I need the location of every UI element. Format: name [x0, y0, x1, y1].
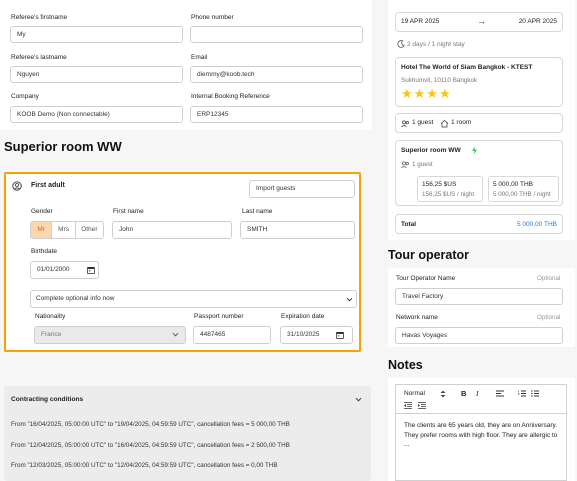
company-label: Company: [11, 93, 39, 100]
stay-length: 2 days / 1 night stay: [407, 41, 465, 48]
company-input[interactable]: KOOB Demo (Non connectable): [10, 106, 183, 123]
import-guests-select[interactable]: Import guests: [249, 180, 355, 198]
optional-info-toggle[interactable]: Complete optional info now: [30, 290, 357, 308]
bold-icon[interactable]: B: [461, 389, 466, 398]
date-range: 19 APR 2025 → 20 APR 2025: [395, 12, 563, 32]
guests-icon: [401, 120, 410, 128]
date-to: 20 APR 2025: [518, 18, 557, 25]
bullet-list-icon[interactable]: [531, 390, 539, 397]
total-row: Total 5 000,00 THB: [395, 214, 563, 234]
referee-lastname-input[interactable]: Nguyen: [10, 66, 183, 83]
price-thb: 5 000,00 THB: [493, 181, 533, 188]
internal-booking-reference-input[interactable]: ERP12345: [190, 106, 363, 123]
price-usd-per-night: 156,25 $US / night: [422, 191, 475, 198]
price-usd: 156,25 $US: [422, 181, 457, 188]
email-input[interactable]: diemmy@koob.tech: [190, 66, 363, 83]
italic-icon[interactable]: I: [476, 389, 479, 398]
passport-input[interactable]: 4487465: [193, 326, 271, 344]
network-name-optional: Optional: [537, 314, 561, 321]
indent-decrease-icon[interactable]: [404, 402, 412, 409]
notes-text[interactable]: The clients are 65 years old, they are o…: [404, 421, 560, 450]
last-name-input[interactable]: SMITH: [240, 221, 355, 239]
referee-firstname-label: Referee's firstname: [11, 14, 68, 21]
contracting-conditions-title: Contracting conditions: [11, 396, 84, 403]
gender-label: Gender: [31, 208, 53, 215]
price-thb-per-night: 5 000,00 THB / night: [493, 191, 551, 198]
notes-toolbar: [395, 384, 567, 414]
referee-firstname-input[interactable]: My: [10, 26, 183, 43]
birthdate-label: Birthdate: [31, 248, 58, 255]
referee-lastname-label: Referee's lastname: [11, 54, 67, 61]
total-label: Total: [401, 221, 417, 228]
arrow-right-icon: →: [477, 16, 486, 26]
expiration-label: Expiration date: [281, 313, 325, 320]
first-adult-title: First adult: [31, 182, 65, 189]
nationality-select[interactable]: France: [34, 326, 186, 344]
expiration-calendar-icon[interactable]: [336, 331, 344, 339]
format-select-arrows-icon[interactable]: [440, 390, 446, 398]
tour-operator-name-label: Tour Operator Name: [396, 275, 456, 282]
user-circle-icon: [12, 181, 22, 191]
date-from: 19 APR 2025: [401, 18, 440, 25]
tour-operator-name-optional: Optional: [537, 275, 561, 282]
tour-operator-name-input[interactable]: Travel Factory: [395, 288, 563, 305]
room-guests-icon: [401, 161, 410, 169]
gender-option-mr[interactable]: Mr: [31, 222, 53, 238]
price-usd-box: 156,25 $US 156,25 $US / night: [417, 176, 483, 202]
room-guest-count: 1 guest: [412, 161, 433, 168]
tour-operator-title: Tour operator: [388, 248, 470, 262]
passport-label: Passport number: [194, 313, 244, 320]
phone-label: Phone number: [191, 14, 234, 21]
gender-option-other[interactable]: Other: [76, 222, 103, 238]
contracting-condition-row: From "12/03/2025, 05:00:00 UTC" to "12/0…: [11, 462, 278, 469]
birthdate-value: 01/01/2000: [37, 266, 70, 273]
indent-increase-icon[interactable]: [418, 402, 426, 409]
align-icon[interactable]: [496, 390, 504, 397]
room-summary-card: Superior room WW 1 guest 156,25 $US 156,…: [395, 140, 563, 206]
room-count: 1 room: [451, 119, 472, 126]
email-label: Email: [191, 54, 208, 61]
nationality-label: Nationality: [35, 313, 66, 320]
hotel-stars: ★★★★: [401, 86, 452, 101]
contracting-condition-row: From "12/04/2025, 05:00:00 UTC" to "16/0…: [11, 442, 290, 449]
network-name-input[interactable]: Havas Voyages: [395, 327, 563, 344]
last-name-label: Last name: [242, 208, 273, 215]
total-value: 5 000,00 THB: [517, 221, 557, 228]
hotel-address: Sukhumvit, 10110 Bangkok: [401, 77, 478, 84]
contracting-chevron-icon[interactable]: [355, 396, 362, 403]
room-summary-name: Superior room WW: [401, 147, 461, 154]
first-name-label: First name: [113, 208, 144, 215]
ordered-list-icon[interactable]: [517, 390, 526, 397]
gender-option-mrs[interactable]: Mrs: [52, 222, 76, 238]
first-name-input[interactable]: John: [112, 221, 232, 239]
moon-icon: [397, 40, 405, 48]
expiration-value: 31/10/2025: [287, 331, 320, 338]
internal-booking-reference-label: Internal Booking Reference: [191, 93, 270, 100]
format-select[interactable]: Normal: [404, 390, 425, 397]
guest-room-count: 1 guest 1 room: [395, 113, 563, 133]
calendar-icon[interactable]: [87, 266, 95, 274]
network-name-label: Network name: [396, 314, 438, 321]
chevron-down-icon: [346, 296, 353, 303]
bed-icon: [440, 119, 449, 128]
nationality-chevron-icon: [172, 331, 179, 338]
notes-title: Notes: [388, 358, 423, 372]
price-thb-box: 5 000,00 THB 5 000,00 THB / night: [488, 176, 559, 202]
bolt-icon: [471, 146, 478, 155]
contracting-condition-row: From "16/04/2025, 05:00:00 UTC" to "19/0…: [11, 421, 290, 428]
nationality-value: France: [41, 331, 62, 338]
guest-count: 1 guest: [412, 119, 434, 126]
room-title: Superior room WW: [4, 139, 122, 154]
hotel-name: Hotel The World of Siam Bangkok - KTEST: [401, 64, 533, 71]
gender-toggle-group: Mr Mrs Other: [30, 221, 104, 239]
optional-info-label: Complete optional info now: [36, 295, 115, 302]
hotel-card: Hotel The World of Siam Bangkok - KTEST …: [395, 57, 563, 107]
phone-input[interactable]: [190, 26, 363, 43]
